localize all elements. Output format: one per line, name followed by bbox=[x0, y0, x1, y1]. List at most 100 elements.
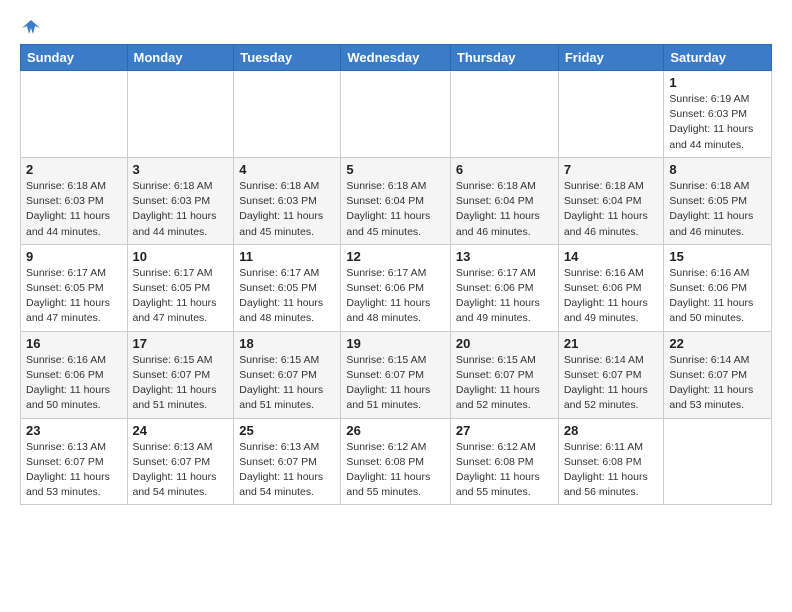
day-info: Sunrise: 6:15 AM Sunset: 6:07 PM Dayligh… bbox=[456, 353, 553, 414]
calendar-cell: 4 Sunrise: 6:18 AM Sunset: 6:03 PM Daylig… bbox=[234, 157, 341, 244]
day-info: Sunrise: 6:12 AM Sunset: 6:08 PM Dayligh… bbox=[456, 440, 553, 501]
calendar-cell: 21 Sunrise: 6:14 AM Sunset: 6:07 PM Dayli… bbox=[558, 331, 664, 418]
calendar-cell: 16 Sunrise: 6:16 AM Sunset: 6:06 PM Dayli… bbox=[21, 331, 128, 418]
calendar-cell bbox=[558, 71, 664, 158]
calendar-cell: 27 Sunrise: 6:12 AM Sunset: 6:08 PM Dayli… bbox=[450, 418, 558, 505]
calendar-weekday-thursday: Thursday bbox=[450, 45, 558, 71]
calendar-cell: 22 Sunrise: 6:14 AM Sunset: 6:07 PM Dayli… bbox=[664, 331, 772, 418]
calendar-cell: 5 Sunrise: 6:18 AM Sunset: 6:04 PM Daylig… bbox=[341, 157, 451, 244]
day-info: Sunrise: 6:11 AM Sunset: 6:08 PM Dayligh… bbox=[564, 440, 659, 501]
calendar-week-row: 1 Sunrise: 6:19 AM Sunset: 6:03 PM Daylig… bbox=[21, 71, 772, 158]
day-info: Sunrise: 6:15 AM Sunset: 6:07 PM Dayligh… bbox=[346, 353, 445, 414]
day-number: 20 bbox=[456, 336, 553, 351]
calendar-cell: 2 Sunrise: 6:18 AM Sunset: 6:03 PM Daylig… bbox=[21, 157, 128, 244]
day-info: Sunrise: 6:15 AM Sunset: 6:07 PM Dayligh… bbox=[133, 353, 229, 414]
calendar-header-row: SundayMondayTuesdayWednesdayThursdayFrid… bbox=[21, 45, 772, 71]
logo-block bbox=[20, 18, 40, 36]
calendar-cell bbox=[234, 71, 341, 158]
calendar-cell: 1 Sunrise: 6:19 AM Sunset: 6:03 PM Daylig… bbox=[664, 71, 772, 158]
calendar-cell bbox=[450, 71, 558, 158]
calendar-weekday-sunday: Sunday bbox=[21, 45, 128, 71]
calendar-cell: 20 Sunrise: 6:15 AM Sunset: 6:07 PM Dayli… bbox=[450, 331, 558, 418]
day-number: 16 bbox=[26, 336, 122, 351]
calendar-cell: 11 Sunrise: 6:17 AM Sunset: 6:05 PM Dayli… bbox=[234, 244, 341, 331]
day-info: Sunrise: 6:16 AM Sunset: 6:06 PM Dayligh… bbox=[26, 353, 122, 414]
day-info: Sunrise: 6:13 AM Sunset: 6:07 PM Dayligh… bbox=[26, 440, 122, 501]
day-number: 9 bbox=[26, 249, 122, 264]
day-number: 25 bbox=[239, 423, 335, 438]
calendar-cell: 7 Sunrise: 6:18 AM Sunset: 6:04 PM Daylig… bbox=[558, 157, 664, 244]
day-info: Sunrise: 6:12 AM Sunset: 6:08 PM Dayligh… bbox=[346, 440, 445, 501]
calendar-cell: 23 Sunrise: 6:13 AM Sunset: 6:07 PM Dayli… bbox=[21, 418, 128, 505]
calendar-cell: 10 Sunrise: 6:17 AM Sunset: 6:05 PM Dayli… bbox=[127, 244, 234, 331]
day-info: Sunrise: 6:18 AM Sunset: 6:04 PM Dayligh… bbox=[564, 179, 659, 240]
day-number: 2 bbox=[26, 162, 122, 177]
day-number: 13 bbox=[456, 249, 553, 264]
calendar-cell: 9 Sunrise: 6:17 AM Sunset: 6:05 PM Daylig… bbox=[21, 244, 128, 331]
day-info: Sunrise: 6:17 AM Sunset: 6:05 PM Dayligh… bbox=[26, 266, 122, 327]
day-info: Sunrise: 6:13 AM Sunset: 6:07 PM Dayligh… bbox=[239, 440, 335, 501]
day-info: Sunrise: 6:18 AM Sunset: 6:04 PM Dayligh… bbox=[346, 179, 445, 240]
calendar-cell: 26 Sunrise: 6:12 AM Sunset: 6:08 PM Dayli… bbox=[341, 418, 451, 505]
calendar-cell bbox=[21, 71, 128, 158]
calendar-cell: 3 Sunrise: 6:18 AM Sunset: 6:03 PM Daylig… bbox=[127, 157, 234, 244]
day-info: Sunrise: 6:18 AM Sunset: 6:03 PM Dayligh… bbox=[239, 179, 335, 240]
day-info: Sunrise: 6:14 AM Sunset: 6:07 PM Dayligh… bbox=[669, 353, 766, 414]
day-number: 21 bbox=[564, 336, 659, 351]
day-info: Sunrise: 6:17 AM Sunset: 6:06 PM Dayligh… bbox=[346, 266, 445, 327]
calendar-table: SundayMondayTuesdayWednesdayThursdayFrid… bbox=[20, 44, 772, 505]
day-info: Sunrise: 6:16 AM Sunset: 6:06 PM Dayligh… bbox=[669, 266, 766, 327]
calendar-cell: 25 Sunrise: 6:13 AM Sunset: 6:07 PM Dayli… bbox=[234, 418, 341, 505]
calendar-cell: 6 Sunrise: 6:18 AM Sunset: 6:04 PM Daylig… bbox=[450, 157, 558, 244]
calendar-weekday-friday: Friday bbox=[558, 45, 664, 71]
day-number: 17 bbox=[133, 336, 229, 351]
calendar-cell: 13 Sunrise: 6:17 AM Sunset: 6:06 PM Dayli… bbox=[450, 244, 558, 331]
day-info: Sunrise: 6:18 AM Sunset: 6:03 PM Dayligh… bbox=[133, 179, 229, 240]
calendar-cell bbox=[664, 418, 772, 505]
calendar-cell: 24Sunrise: 6:13 AM Sunset: 6:07 PM Dayli… bbox=[127, 418, 234, 505]
day-number: 11 bbox=[239, 249, 335, 264]
day-info: Sunrise: 6:17 AM Sunset: 6:05 PM Dayligh… bbox=[133, 266, 229, 327]
day-number: 22 bbox=[669, 336, 766, 351]
calendar-week-row: 23 Sunrise: 6:13 AM Sunset: 6:07 PM Dayli… bbox=[21, 418, 772, 505]
page: SundayMondayTuesdayWednesdayThursdayFrid… bbox=[0, 0, 792, 515]
day-info: Sunrise: 6:17 AM Sunset: 6:05 PM Dayligh… bbox=[239, 266, 335, 327]
logo-bird-icon bbox=[22, 18, 40, 36]
day-number: 28 bbox=[564, 423, 659, 438]
calendar-cell: 28 Sunrise: 6:11 AM Sunset: 6:08 PM Dayli… bbox=[558, 418, 664, 505]
day-info: Sunrise: 6:14 AM Sunset: 6:07 PM Dayligh… bbox=[564, 353, 659, 414]
calendar-cell bbox=[127, 71, 234, 158]
calendar-cell: 18 Sunrise: 6:15 AM Sunset: 6:07 PM Dayli… bbox=[234, 331, 341, 418]
day-number: 15 bbox=[669, 249, 766, 264]
day-info: Sunrise: 6:17 AM Sunset: 6:06 PM Dayligh… bbox=[456, 266, 553, 327]
day-info: Sunrise: 6:15 AM Sunset: 6:07 PM Dayligh… bbox=[239, 353, 335, 414]
day-number: 14 bbox=[564, 249, 659, 264]
day-number: 23 bbox=[26, 423, 122, 438]
day-number: 10 bbox=[133, 249, 229, 264]
day-info: Sunrise: 6:18 AM Sunset: 6:05 PM Dayligh… bbox=[669, 179, 766, 240]
calendar-cell bbox=[341, 71, 451, 158]
day-number: 8 bbox=[669, 162, 766, 177]
day-number: 18 bbox=[239, 336, 335, 351]
day-info: Sunrise: 6:19 AM Sunset: 6:03 PM Dayligh… bbox=[669, 92, 766, 153]
calendar-cell: 12 Sunrise: 6:17 AM Sunset: 6:06 PM Dayli… bbox=[341, 244, 451, 331]
day-number: 7 bbox=[564, 162, 659, 177]
calendar-weekday-saturday: Saturday bbox=[664, 45, 772, 71]
logo bbox=[20, 18, 40, 36]
day-info: Sunrise: 6:18 AM Sunset: 6:03 PM Dayligh… bbox=[26, 179, 122, 240]
day-info: Sunrise: 6:16 AM Sunset: 6:06 PM Dayligh… bbox=[564, 266, 659, 327]
day-number: 6 bbox=[456, 162, 553, 177]
day-number: 27 bbox=[456, 423, 553, 438]
calendar-weekday-tuesday: Tuesday bbox=[234, 45, 341, 71]
calendar-cell: 8 Sunrise: 6:18 AM Sunset: 6:05 PM Daylig… bbox=[664, 157, 772, 244]
day-number: 5 bbox=[346, 162, 445, 177]
day-number: 3 bbox=[133, 162, 229, 177]
calendar-week-row: 9 Sunrise: 6:17 AM Sunset: 6:05 PM Daylig… bbox=[21, 244, 772, 331]
day-info: Sunrise: 6:13 AM Sunset: 6:07 PM Dayligh… bbox=[133, 440, 229, 501]
day-info: Sunrise: 6:18 AM Sunset: 6:04 PM Dayligh… bbox=[456, 179, 553, 240]
day-number: 1 bbox=[669, 75, 766, 90]
day-number: 26 bbox=[346, 423, 445, 438]
calendar-weekday-monday: Monday bbox=[127, 45, 234, 71]
day-number: 12 bbox=[346, 249, 445, 264]
day-number: 4 bbox=[239, 162, 335, 177]
